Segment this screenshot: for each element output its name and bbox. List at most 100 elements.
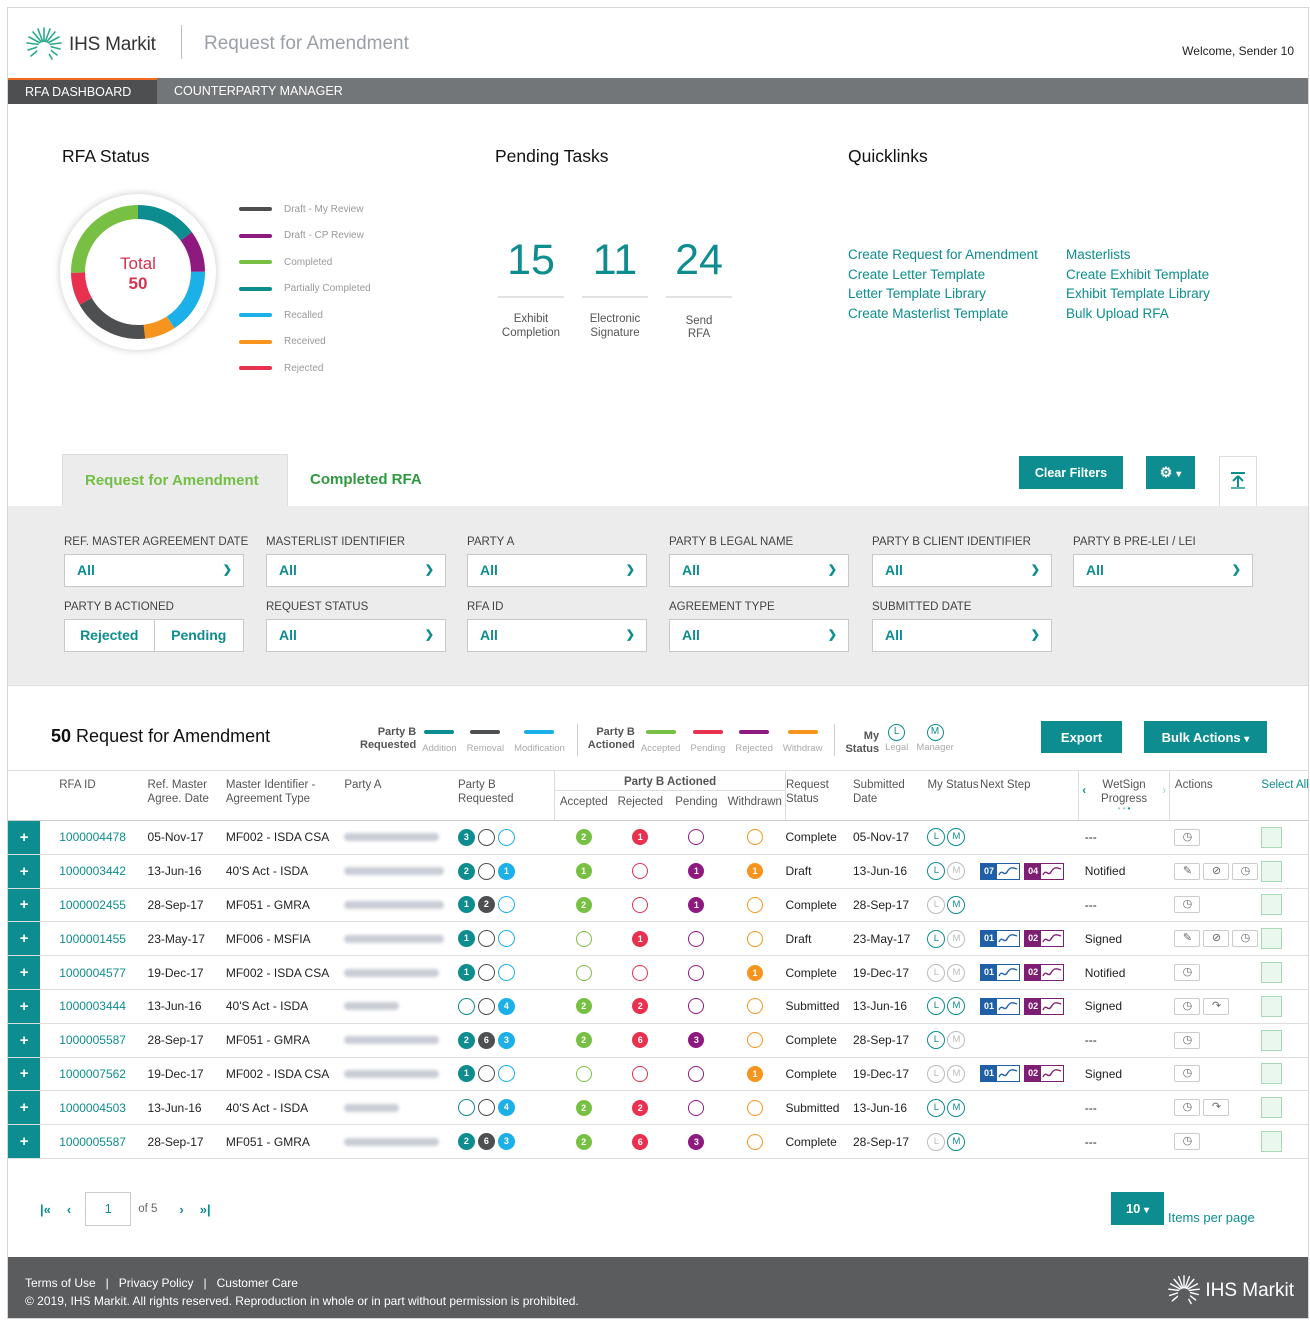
- table-row[interactable]: +1000001455 23-May-17 MF006 - MSFIA 1 1 Draft…: [8, 921, 1308, 957]
- expand-row-button[interactable]: +: [8, 989, 41, 1024]
- quicklink-bulk-upload-rfa[interactable]: Bulk Upload RFA: [1066, 304, 1210, 324]
- table-row[interactable]: +1000005587 28-Sep-17 MF051 - GMRA 2 6 3 2 6 3 Co…: [8, 1124, 1308, 1159]
- pending-task-exhibit[interactable]: 15 Exhibit Completion: [496, 236, 566, 341]
- pending-task-send[interactable]: 24 Send RFA: [666, 236, 732, 341]
- row-checkbox[interactable]: [1261, 860, 1283, 882]
- filter-select[interactable]: All ❯: [266, 619, 446, 652]
- expand-row-button[interactable]: +: [8, 1057, 41, 1092]
- redo-icon[interactable]: ↷: [1203, 997, 1230, 1015]
- prev-page-icon[interactable]: ‹: [67, 1202, 71, 1217]
- history-icon[interactable]: ◷: [1174, 1099, 1201, 1117]
- col-submitted-date[interactable]: Submitted Date: [853, 770, 928, 821]
- rfa-id-link[interactable]: 1000003444: [40, 989, 148, 1024]
- table-row[interactable]: +1000003442 13-Jun-16 40'S Act - ISDA 2 1 1 1 1…: [8, 854, 1308, 889]
- row-checkbox[interactable]: [1261, 1131, 1283, 1153]
- settings-dropdown-button[interactable]: ⚙ ▾: [1146, 456, 1195, 489]
- rfa-id-link[interactable]: 1000007562: [40, 1057, 148, 1092]
- filter-select[interactable]: All ❯: [669, 619, 849, 652]
- rfa-id-link[interactable]: 1000005587: [40, 1124, 148, 1159]
- table-row[interactable]: +1000004503 13-Jun-16 40'S Act - ISDA 4 2 2 Su…: [8, 1090, 1308, 1126]
- table-row[interactable]: +1000003444 13-Jun-16 40'S Act - ISDA 4 2 2 Su…: [8, 989, 1308, 1024]
- export-button[interactable]: Export: [1041, 721, 1122, 753]
- filter-select[interactable]: All ❯: [1073, 554, 1253, 587]
- expand-row-button[interactable]: +: [8, 955, 41, 990]
- table-row[interactable]: +1000004577 19-Dec-17 MF002 - ISDA CSA 1 1 Co…: [8, 955, 1308, 990]
- row-checkbox[interactable]: [1261, 894, 1283, 916]
- next-page-icon[interactable]: ›: [179, 1202, 183, 1217]
- expand-row-button[interactable]: +: [8, 1090, 41, 1126]
- row-checkbox[interactable]: [1261, 962, 1283, 984]
- filter-select[interactable]: All ❯: [266, 554, 446, 587]
- table-row[interactable]: +1000007562 19-Dec-17 MF002 - ISDA CSA 1 1 Co…: [8, 1057, 1308, 1092]
- nav-counterparty-manager[interactable]: COUNTERPARTY MANAGER: [157, 78, 360, 104]
- edit-icon[interactable]: ✎: [1174, 862, 1201, 880]
- expand-row-button[interactable]: +: [8, 1023, 41, 1058]
- filter-select[interactable]: All ❯: [669, 554, 849, 587]
- history-icon[interactable]: ◷: [1232, 862, 1259, 880]
- table-row[interactable]: +1000004478 05-Nov-17 MF002 - ISDA CSA 3 2 1 C…: [8, 820, 1308, 855]
- filter-select[interactable]: All ❯: [467, 619, 647, 652]
- history-icon[interactable]: ◷: [1174, 964, 1201, 982]
- expand-row-button[interactable]: +: [8, 921, 41, 957]
- rfa-id-link[interactable]: 1000002455: [40, 888, 148, 923]
- col-my-status[interactable]: My Status: [927, 770, 981, 821]
- edit-icon[interactable]: ✎: [1174, 930, 1201, 948]
- unlink-icon[interactable]: ⊘: [1203, 862, 1230, 880]
- col-accepted[interactable]: Accepted: [554, 790, 613, 821]
- rfa-id-link[interactable]: 1000004577: [40, 955, 148, 990]
- bulk-actions-button[interactable]: Bulk Actions ▾: [1144, 721, 1267, 753]
- history-icon[interactable]: ◷: [1174, 1031, 1201, 1049]
- tab-request-for-amendment[interactable]: Request for Amendment: [62, 454, 288, 506]
- quicklink-create-exhibit-template[interactable]: Create Exhibit Template: [1066, 265, 1210, 285]
- rfa-id-link[interactable]: 1000004478: [40, 820, 148, 855]
- col-request-status[interactable]: Request Status: [785, 770, 853, 821]
- tab-completed-rfa[interactable]: Completed RFA: [288, 454, 444, 506]
- col-rfa-id[interactable]: RFA ID: [40, 770, 148, 821]
- quicklink-masterlists[interactable]: Masterlists: [1066, 245, 1210, 265]
- col-withdrawn[interactable]: Withdrawn: [724, 790, 786, 821]
- history-icon[interactable]: ◷: [1174, 997, 1201, 1015]
- first-page-icon[interactable]: |«: [40, 1202, 51, 1217]
- pending-task-signature[interactable]: 11 Electronic Signature: [580, 236, 650, 341]
- col-ref-master[interactable]: Ref. Master Agree. Date: [147, 770, 226, 821]
- expand-row-button[interactable]: +: [8, 1124, 41, 1159]
- chevron-right-icon[interactable]: ›: [1162, 784, 1166, 798]
- expand-row-button[interactable]: +: [8, 820, 41, 855]
- actioned-rejected-option[interactable]: Rejected: [65, 620, 155, 651]
- col-pending[interactable]: Pending: [668, 790, 725, 821]
- quicklink-letter-template-library[interactable]: Letter Template Library: [848, 284, 1038, 304]
- chevron-left-icon[interactable]: ‹: [1082, 784, 1086, 798]
- expand-row-button[interactable]: +: [8, 888, 41, 923]
- history-icon[interactable]: ◷: [1232, 930, 1259, 948]
- quicklink-create-rfa[interactable]: Create Request for Amendment: [848, 245, 1038, 265]
- row-checkbox[interactable]: [1261, 826, 1283, 848]
- col-party-a[interactable]: Party A: [344, 770, 458, 821]
- row-checkbox[interactable]: [1261, 1029, 1283, 1051]
- page-input[interactable]: 1: [85, 1192, 132, 1226]
- table-row[interactable]: +1000002455 28-Sep-17 MF051 - GMRA 1 2 2 1 Comp…: [8, 888, 1308, 923]
- unlink-icon[interactable]: ⊘: [1203, 930, 1230, 948]
- filter-select[interactable]: All ❯: [872, 619, 1052, 652]
- col-next-step[interactable]: Next Step: [980, 770, 1080, 821]
- table-row[interactable]: +1000005587 28-Sep-17 MF051 - GMRA 2 6 3 2 6 3 Co…: [8, 1023, 1308, 1058]
- rfa-id-link[interactable]: 1000005587: [40, 1023, 148, 1058]
- row-checkbox[interactable]: [1261, 995, 1283, 1017]
- collapse-filters-button[interactable]: [1219, 456, 1257, 506]
- quicklink-create-masterlist-template[interactable]: Create Masterlist Template: [848, 304, 1038, 324]
- footer-links[interactable]: Terms of Use | Privacy Policy | Customer…: [25, 1276, 298, 1290]
- actioned-pending-option[interactable]: Pending: [155, 620, 244, 651]
- history-icon[interactable]: ◷: [1174, 828, 1201, 846]
- history-icon[interactable]: ◷: [1174, 896, 1201, 914]
- nav-rfa-dashboard[interactable]: RFA DASHBOARD: [8, 78, 157, 104]
- rfa-id-link[interactable]: 1000003442: [40, 854, 148, 889]
- filter-select[interactable]: All ❯: [872, 554, 1052, 587]
- rfa-id-link[interactable]: 1000001455: [40, 921, 148, 957]
- row-checkbox[interactable]: [1261, 1097, 1283, 1119]
- rfa-id-link[interactable]: 1000004503: [40, 1090, 148, 1126]
- col-master-identifier[interactable]: Master Identifier - Agreement Type: [225, 770, 345, 821]
- row-checkbox[interactable]: [1261, 928, 1283, 950]
- history-icon[interactable]: ◷: [1174, 1065, 1201, 1083]
- redo-icon[interactable]: ↷: [1203, 1099, 1230, 1117]
- quicklink-create-letter-template[interactable]: Create Letter Template: [848, 265, 1038, 285]
- col-party-b-requested[interactable]: Party B Requested: [457, 770, 555, 821]
